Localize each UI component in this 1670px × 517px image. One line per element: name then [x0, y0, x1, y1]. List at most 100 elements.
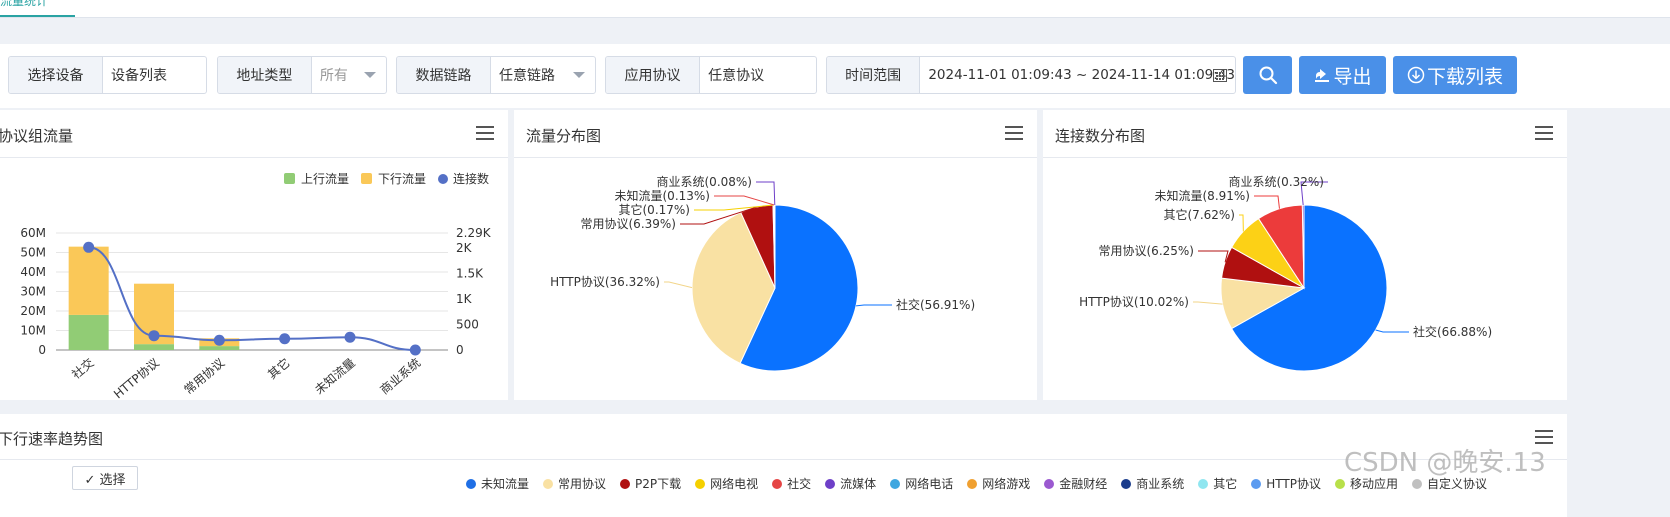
legend-swatch-down [361, 173, 373, 184]
x-tick-label: 商业系统 [377, 355, 423, 397]
pie-label: 常用协议(6.25%) [1099, 243, 1195, 258]
bar-up [134, 344, 174, 350]
legend-item[interactable]: 常用协议 [543, 475, 606, 492]
select-button[interactable]: ✓ 选择 [72, 466, 138, 490]
device-select[interactable]: 设备列表 [103, 57, 206, 93]
legend-swatch-up [284, 173, 295, 184]
legend-item[interactable]: 网络电话 [890, 475, 953, 492]
panel-header: 流量分布图 [514, 110, 1037, 158]
legend-item[interactable]: HTTP协议 [1251, 475, 1321, 492]
filter-bar: 选择设备 设备列表 地址类型 所有 数据链路 任意链路 应用协议 任意协议 时间… [0, 44, 1670, 108]
y2-tick-label: 1K [456, 292, 473, 306]
legend-label: 网络游戏 [982, 477, 1031, 491]
legend-label: 商业系统 [1136, 477, 1185, 491]
x-tick-label: HTTP协议 [110, 355, 162, 400]
legend-label: 金融财经 [1059, 477, 1108, 491]
pie-label-line [1193, 301, 1223, 305]
conn-point [409, 344, 421, 356]
top-tab-bar: 流量统计 [0, 0, 1670, 18]
conn-point [148, 330, 160, 342]
legend-item[interactable]: 流媒体 [825, 475, 876, 492]
legend-dot [772, 478, 783, 489]
watermark: CSDN @晚安.13 [1344, 448, 1546, 478]
legend-label: 常用协议 [558, 477, 607, 491]
address-type-value: 所有 [319, 68, 348, 84]
menu-icon[interactable] [476, 126, 494, 140]
legend-dot [1412, 478, 1422, 489]
legend-item[interactable]: 网络游戏 [967, 475, 1030, 492]
calendar-icon[interactable] [1213, 68, 1227, 82]
data-link-filter[interactable]: 数据链路 任意链路 [396, 56, 596, 94]
time-range-value: 2024-11-01 01:09:43 ~ 2024-11-14 01:09:4… [928, 67, 1235, 83]
x-tick-label: 社交 [69, 355, 97, 382]
conn-point [83, 241, 95, 253]
app-protocol-select[interactable]: 任意协议 [700, 57, 816, 93]
pie-label-line [756, 181, 776, 206]
data-link-value: 任意链路 [499, 68, 556, 84]
active-tab-indicator [0, 15, 75, 17]
download-list-button[interactable]: 下载列表 [1393, 56, 1517, 94]
legend-label: 其它 [1213, 477, 1238, 491]
export-button[interactable]: 导出 [1299, 56, 1386, 94]
x-tick-label: 常用协议 [181, 355, 227, 397]
pie-label: 未知流量(8.91%) [1155, 189, 1251, 203]
chevron-down-icon [573, 72, 585, 78]
pie-label: 未知流量(0.13%) [615, 189, 711, 203]
conn-point [213, 334, 225, 346]
address-type-filter[interactable]: 地址类型 所有 [217, 56, 387, 94]
address-type-select[interactable]: 所有 [312, 57, 386, 93]
legend-down-label[interactable]: 下行流量 [378, 170, 426, 187]
y-tick-label: 40M [20, 265, 46, 279]
y-tick-label: 20M [20, 304, 46, 318]
pie-label-line [664, 281, 693, 289]
pie-label: HTTP协议(10.02%) [1079, 294, 1189, 309]
legend-dot [890, 478, 901, 489]
protocol-bar-chart: 0 10M 20M 30M 40M 50M 60M 0 500 1K 1.5K 2K2.29K 社交 HT… [20, 226, 491, 400]
legend-dot [1198, 478, 1209, 489]
bar-up [199, 346, 240, 350]
legend-item[interactable]: 网络电视 [695, 475, 758, 492]
device-filter[interactable]: 选择设备 设备列表 [8, 56, 207, 94]
search-button[interactable] [1243, 56, 1292, 94]
app-protocol-filter[interactable]: 应用协议 任意协议 [605, 56, 817, 94]
conn-dist-panel: 连接数分布图 社交(66.88%) HTTP协议(10.02%) 常用协议(6.25… [1043, 110, 1567, 400]
panel-header: 协议组流量 [0, 110, 508, 158]
pie-label-line [1375, 329, 1409, 333]
chevron-down-icon [364, 72, 376, 78]
conn-pie-chart: 社交(66.88%) HTTP协议(10.02%) 常用协议(6.25%) 其它(7.… [1079, 174, 1492, 372]
legend-item[interactable]: 金融财经 [1044, 475, 1107, 492]
y2-tick-label: 500 [456, 317, 479, 331]
pie-label: 其它(0.17%) [619, 202, 691, 217]
device-filter-label: 选择设备 [9, 57, 104, 93]
time-range-label: 时间范围 [827, 57, 921, 93]
legend-dot [825, 478, 836, 489]
legend-conn-label[interactable]: 连接数 [453, 170, 489, 187]
data-link-select[interactable]: 任意链路 [491, 57, 595, 93]
legend-item[interactable]: 社交 [772, 475, 811, 492]
legend-label: 网络电话 [905, 477, 954, 491]
tab-traffic-stats[interactable]: 流量统计 [0, 0, 48, 9]
protocol-group-panel: 协议组流量 上行流量 下行流量 连接数 0 10M 20M 30M 40M 50M 60M 0… [0, 110, 508, 400]
legend-dot [967, 478, 978, 489]
menu-icon[interactable] [1005, 126, 1023, 140]
legend-item[interactable]: 商业系统 [1121, 475, 1184, 492]
y-tick-label: 0 [38, 343, 46, 357]
y-tick-label: 10M [20, 324, 46, 338]
time-range-input[interactable]: 2024-11-01 01:09:43 ~ 2024-11-14 01:09:4… [920, 57, 1235, 93]
legend-item[interactable]: 未知流量 [466, 475, 529, 492]
menu-icon[interactable] [1535, 126, 1553, 140]
time-range-filter[interactable]: 时间范围 2024-11-01 01:09:43 ~ 2024-11-14 01… [826, 56, 1236, 94]
x-tick-label: 其它 [265, 355, 293, 382]
panel-title: 流量分布图 [526, 127, 602, 145]
legend-dot [466, 478, 476, 489]
pie-label: HTTP协议(36.32%) [550, 274, 660, 289]
download-icon [1407, 66, 1425, 84]
pie-label: 社交(56.91%) [896, 297, 975, 312]
pie-label-line [1198, 250, 1229, 263]
bar-up [68, 314, 109, 350]
legend-up-label[interactable]: 上行流量 [301, 170, 349, 187]
legend-item[interactable]: P2P下载 [620, 475, 681, 492]
panel-title: 连接数分布图 [1055, 127, 1146, 145]
legend-item[interactable]: 其它 [1198, 475, 1237, 492]
pie-label: 商业系统(0.08%) [657, 174, 753, 189]
